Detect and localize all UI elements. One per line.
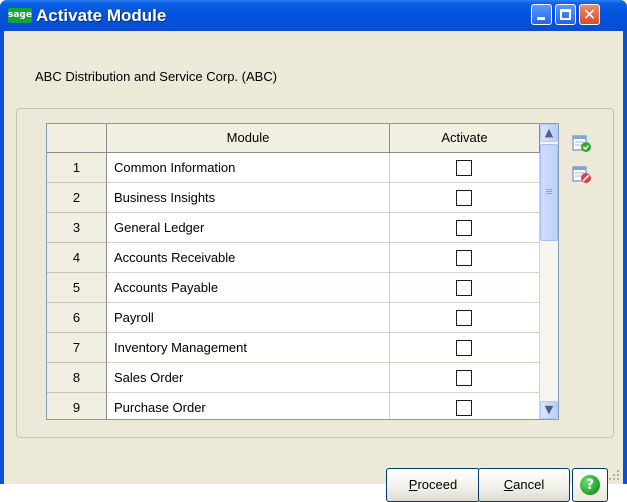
activate-cell bbox=[390, 303, 540, 333]
activate-checkbox[interactable] bbox=[456, 370, 472, 386]
module-name-cell[interactable]: Purchase Order bbox=[107, 393, 390, 419]
cancel-label: ancel bbox=[513, 477, 545, 492]
row-number[interactable]: 4 bbox=[47, 243, 107, 273]
close-button[interactable]: ✕ bbox=[579, 4, 600, 25]
activate-checkbox[interactable] bbox=[456, 250, 472, 266]
module-name-cell[interactable]: Accounts Receivable bbox=[107, 243, 390, 273]
row-number[interactable]: 2 bbox=[47, 183, 107, 213]
window-title: Activate Module bbox=[36, 6, 167, 25]
activate-checkbox[interactable] bbox=[456, 340, 472, 356]
module-name-cell[interactable]: Inventory Management bbox=[107, 333, 390, 363]
maximize-button[interactable] bbox=[555, 4, 576, 25]
row-number[interactable]: 8 bbox=[47, 363, 107, 393]
row-number[interactable]: 6 bbox=[47, 303, 107, 333]
resize-grip-icon[interactable] bbox=[608, 469, 620, 481]
activate-cell bbox=[390, 333, 540, 363]
module-name-cell[interactable]: Business Insights bbox=[107, 183, 390, 213]
scroll-down-button[interactable]: ▼ bbox=[540, 401, 558, 419]
activate-cell bbox=[390, 183, 540, 213]
minimize-button[interactable] bbox=[531, 4, 552, 25]
activate-checkbox[interactable] bbox=[456, 280, 472, 296]
clear-all-button[interactable] bbox=[572, 166, 592, 184]
maximize-icon bbox=[560, 9, 571, 20]
row-number[interactable]: 5 bbox=[47, 273, 107, 303]
activate-cell bbox=[390, 273, 540, 303]
cancel-mnemonic: C bbox=[503, 477, 514, 492]
help-button[interactable]: ? bbox=[572, 468, 608, 502]
select-all-icon bbox=[572, 135, 591, 152]
clear-all-icon bbox=[572, 166, 591, 183]
activate-module-window: sage Activate Module ✕ ABC Distribution … bbox=[0, 0, 627, 502]
grid-corner-header bbox=[47, 124, 107, 153]
activate-checkbox[interactable] bbox=[456, 190, 472, 206]
activate-cell bbox=[390, 153, 540, 183]
title-bar[interactable]: sage Activate Module ✕ bbox=[0, 0, 627, 31]
column-header-module[interactable]: Module bbox=[107, 124, 390, 153]
module-name-cell[interactable]: General Ledger bbox=[107, 213, 390, 243]
proceed-button[interactable]: Proceed bbox=[386, 468, 480, 502]
scroll-thumb[interactable] bbox=[540, 144, 558, 241]
activate-cell bbox=[390, 393, 540, 419]
module-name-cell[interactable]: Sales Order bbox=[107, 363, 390, 393]
module-name-cell[interactable]: Payroll bbox=[107, 303, 390, 333]
dialog-client-area: ABC Distribution and Service Corp. (ABC)… bbox=[4, 31, 623, 502]
proceed-label: roceed bbox=[417, 477, 458, 492]
activate-checkbox[interactable] bbox=[456, 160, 472, 176]
select-all-button[interactable] bbox=[572, 135, 592, 153]
cancel-button[interactable]: Cancel bbox=[478, 468, 570, 502]
row-number[interactable]: 3 bbox=[47, 213, 107, 243]
module-name-cell[interactable]: Accounts Payable bbox=[107, 273, 390, 303]
help-icon: ? bbox=[580, 475, 600, 495]
chevron-down-icon: ▼ bbox=[544, 403, 554, 416]
row-number[interactable]: 9 bbox=[47, 393, 107, 419]
activate-cell bbox=[390, 243, 540, 273]
activate-checkbox[interactable] bbox=[456, 310, 472, 326]
module-name-cell[interactable]: Common Information bbox=[107, 153, 390, 183]
company-name-label: ABC Distribution and Service Corp. (ABC) bbox=[35, 69, 278, 84]
row-number[interactable]: 1 bbox=[47, 153, 107, 183]
chevron-up-icon: ▲ bbox=[544, 126, 554, 139]
minimize-icon bbox=[537, 17, 545, 20]
module-grid: Module Activate 1 Common Information 2 Busi… bbox=[46, 123, 559, 420]
activate-cell bbox=[390, 213, 540, 243]
sage-logo-icon: sage bbox=[8, 8, 32, 23]
close-icon: ✕ bbox=[582, 5, 597, 24]
activate-checkbox[interactable] bbox=[456, 400, 472, 416]
activate-checkbox[interactable] bbox=[456, 220, 472, 236]
scroll-up-button[interactable]: ▲ bbox=[540, 124, 558, 142]
scroll-grip-icon bbox=[546, 189, 552, 190]
row-number[interactable]: 7 bbox=[47, 333, 107, 363]
column-header-activate[interactable]: Activate bbox=[390, 124, 540, 153]
vertical-scrollbar[interactable]: ▲ ▼ bbox=[540, 124, 558, 419]
activate-cell bbox=[390, 363, 540, 393]
